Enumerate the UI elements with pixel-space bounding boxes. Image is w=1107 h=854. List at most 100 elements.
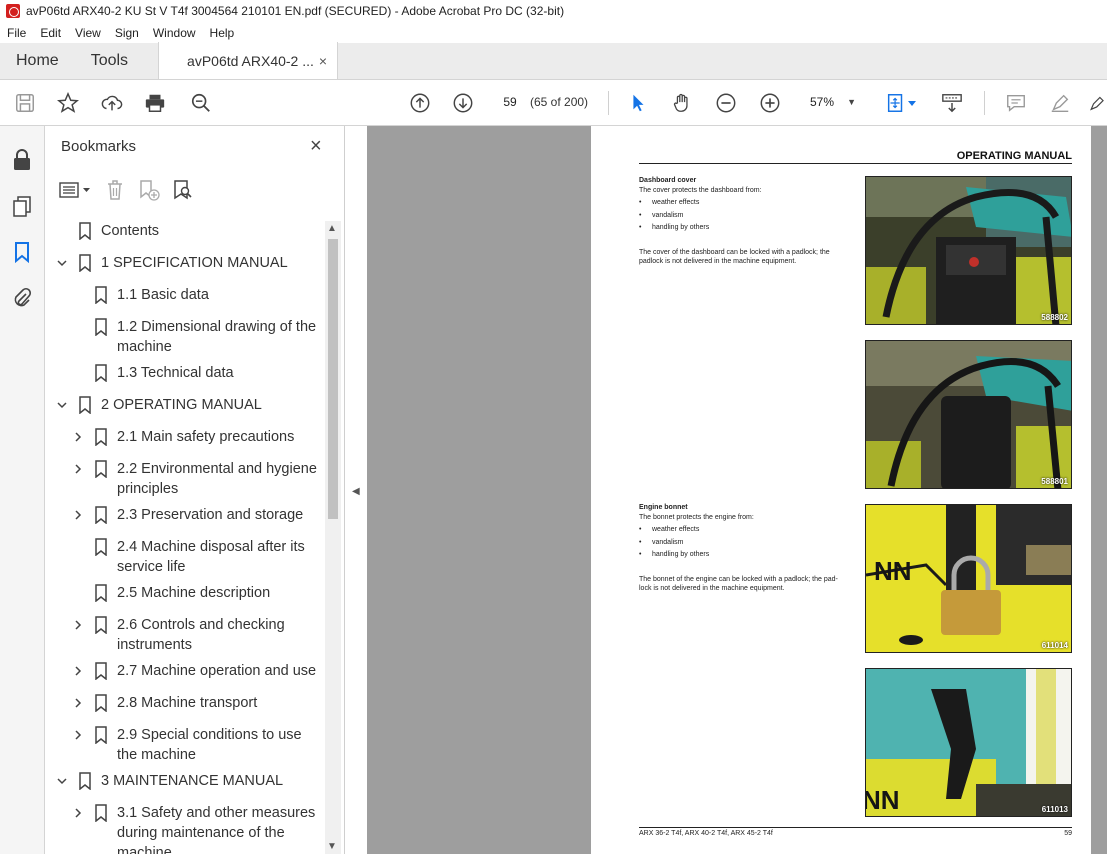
bookmark-item[interactable]: 2.5 Machine description (45, 583, 325, 603)
bookmarks-scrollbar[interactable]: ▲ ▼ (325, 221, 341, 854)
bookmark-item[interactable]: 2.9 Special conditions to use the machin… (45, 725, 325, 765)
chevron-right-icon[interactable] (71, 615, 85, 635)
bookmark-item[interactable]: 1.1 Basic data (45, 285, 325, 305)
page-thumbnails-icon[interactable] (10, 194, 34, 218)
fit-page-icon[interactable] (884, 91, 908, 115)
bookmark-label: 3 MAINTENANCE MANUAL (101, 773, 284, 789)
menu-edit[interactable]: Edit (33, 26, 68, 40)
scroll-mode-icon[interactable] (940, 91, 964, 115)
bookmark-label: 2.5 Machine description (117, 585, 271, 601)
scroll-down-icon[interactable]: ▼ (327, 841, 337, 852)
upload-cloud-icon[interactable] (100, 91, 124, 115)
chevron-right-icon[interactable] (71, 725, 85, 745)
bookmark-flag-icon (93, 505, 109, 525)
bullet-item: weather effects (639, 525, 849, 535)
bookmark-flag-icon (93, 803, 109, 823)
bookmark-label: 2.3 Preservation and storage (117, 507, 304, 523)
print-icon[interactable] (143, 91, 167, 115)
scrollbar-thumb[interactable] (328, 239, 338, 519)
bookmark-item[interactable]: 2.2 Environmental and hygiene principles (45, 459, 325, 499)
lock-icon[interactable] (10, 148, 34, 172)
draw-tool-icon[interactable] (1088, 91, 1107, 115)
section-intro: The cover protects the dashboard from: (639, 186, 762, 194)
bookmark-flag-icon (77, 395, 93, 415)
bookmark-flag-icon (77, 771, 93, 791)
toolbar-divider (608, 91, 609, 115)
zoom-search-icon[interactable] (189, 91, 213, 115)
bookmark-item[interactable]: 2.7 Machine operation and use (45, 661, 325, 681)
chevron-down-icon[interactable] (55, 771, 69, 791)
chevron-right-icon[interactable] (71, 661, 85, 681)
bullet-item: handling by others (639, 223, 849, 233)
bookmark-label: 1.3 Technical data (117, 365, 234, 381)
bookmark-flag-icon (77, 221, 93, 241)
bookmark-item[interactable]: 1.3 Technical data (45, 363, 325, 383)
zoom-level-select[interactable]: 57% ▼ (800, 91, 862, 113)
bookmark-options-icon[interactable] (59, 178, 93, 202)
chevron-down-icon[interactable] (55, 253, 69, 273)
bullet-item: handling by others (639, 550, 849, 560)
bookmark-item[interactable]: 2.8 Machine transport (45, 693, 325, 713)
menu-file[interactable]: File (0, 26, 33, 40)
menu-view[interactable]: View (68, 26, 108, 40)
zoom-out-icon[interactable] (714, 91, 738, 115)
previous-page-icon[interactable] (408, 91, 432, 115)
attachments-paperclip-icon[interactable] (10, 286, 34, 310)
document-viewport[interactable]: OPERATING MANUAL Dashboard cover The cov… (367, 126, 1107, 854)
star-bookmark-icon[interactable] (56, 91, 80, 115)
collapse-left-icon[interactable]: ◀ (352, 486, 360, 497)
menu-help[interactable]: Help (203, 26, 242, 40)
bookmark-label: 1.1 Basic data (117, 287, 209, 303)
dashboard-photo: 588802 (865, 176, 1072, 325)
comment-icon[interactable] (1004, 91, 1028, 115)
bookmarks-tree: Contents 1 SPECIFICATION MANUAL 1.1 Basi… (45, 221, 325, 854)
bullet-item: weather effects (639, 198, 849, 208)
bookmarks-close-icon[interactable]: × (310, 135, 322, 158)
bookmark-item[interactable]: 2 OPERATING MANUAL (45, 395, 325, 415)
panel-collapse-handle[interactable]: ◀ (345, 126, 367, 854)
bookmarks-panel-icon[interactable] (10, 240, 34, 264)
scroll-up-icon[interactable]: ▲ (327, 223, 337, 234)
hand-tool-icon[interactable] (670, 91, 694, 115)
new-bookmark-icon[interactable] (137, 178, 161, 202)
tab-document[interactable]: avP06td ARX40-2 ... × (158, 42, 339, 79)
select-cursor-icon[interactable] (626, 91, 650, 115)
tab-tools[interactable]: Tools (75, 43, 144, 79)
tab-home[interactable]: Home (0, 43, 75, 79)
section-intro: The bonnet protects the engine from: (639, 513, 754, 521)
fit-page-dropdown-icon[interactable] (906, 91, 918, 115)
delete-bookmark-icon[interactable] (103, 178, 127, 202)
bookmark-flag-icon (93, 459, 109, 479)
highlight-pen-icon[interactable] (1048, 91, 1072, 115)
window-title: avP06td ARX40-2 KU St V T4f 3004564 2101… (26, 4, 565, 18)
menu-sign[interactable]: Sign (108, 26, 146, 40)
menu-window[interactable]: Window (146, 26, 203, 40)
chevron-right-icon[interactable] (71, 427, 85, 447)
tab-close-icon[interactable]: × (319, 53, 327, 69)
toolbar-divider (984, 91, 985, 115)
bookmark-item[interactable]: 2.6 Controls and checking instruments (45, 615, 325, 655)
photo-code: 588802 (1041, 313, 1068, 322)
zoom-in-icon[interactable] (758, 91, 782, 115)
bookmark-item[interactable]: 3.1 Safety and other measures during mai… (45, 803, 325, 854)
bookmark-item[interactable]: 1 SPECIFICATION MANUAL (45, 253, 325, 273)
page-number-input[interactable] (496, 90, 524, 114)
bookmark-item[interactable]: 1.2 Dimensional drawing of the machine (45, 317, 325, 357)
save-icon[interactable] (13, 91, 37, 115)
bookmark-item[interactable]: 2.4 Machine disposal after its service l… (45, 537, 325, 577)
bookmark-item[interactable]: Contents (45, 221, 325, 241)
bookmark-label: 2.2 Environmental and hygiene principles (117, 461, 317, 497)
chevron-right-icon[interactable] (71, 505, 85, 525)
chevron-down-icon[interactable] (55, 395, 69, 415)
bookmark-flag-icon (93, 537, 109, 557)
chevron-right-icon[interactable] (71, 693, 85, 713)
bookmark-item[interactable]: 3 MAINTENANCE MANUAL (45, 771, 325, 791)
bookmark-item[interactable]: 2.1 Main safety precautions (45, 427, 325, 447)
pdf-page: OPERATING MANUAL Dashboard cover The cov… (591, 126, 1091, 854)
footer-page-number: 59 (1064, 830, 1072, 837)
chevron-right-icon[interactable] (71, 803, 85, 823)
chevron-right-icon[interactable] (71, 459, 85, 479)
find-bookmark-icon[interactable] (171, 178, 195, 202)
next-page-icon[interactable] (451, 91, 475, 115)
bookmark-item[interactable]: 2.3 Preservation and storage (45, 505, 325, 525)
